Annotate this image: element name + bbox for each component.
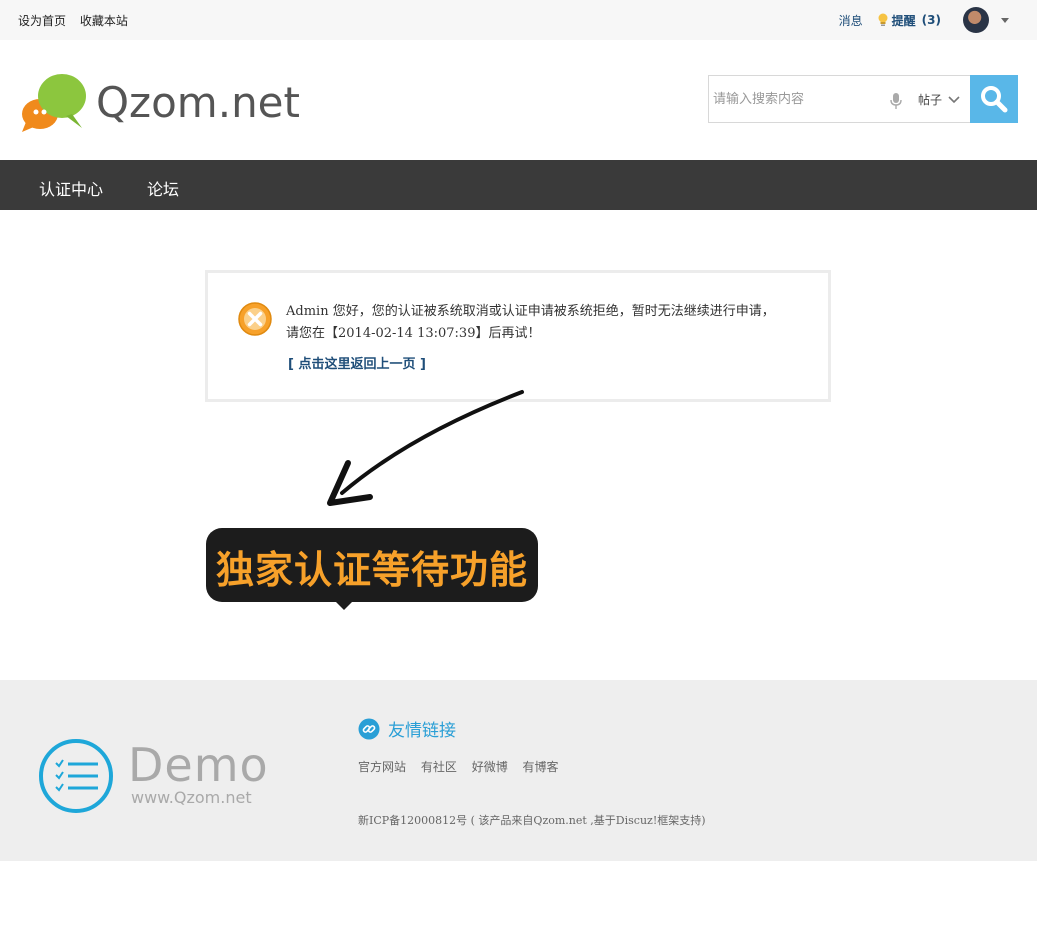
bookmark-link[interactable]: 收藏本站: [80, 14, 128, 28]
search-icon: [981, 86, 1008, 113]
message-box: Admin 您好，您的认证被系统取消或认证申请被系统拒绝，暂时无法继续进行申请，…: [205, 270, 831, 402]
error-icon: [238, 302, 272, 336]
friend-link-blog[interactable]: 有博客: [523, 760, 559, 774]
friend-links-label: 友情链接: [388, 721, 456, 741]
avatar[interactable]: [963, 7, 989, 33]
chevron-down-icon: [948, 95, 960, 103]
back-link[interactable]: [ 点击这里返回上一页 ]: [288, 353, 426, 372]
message-line-1: Admin 您好，您的认证被系统取消或认证申请被系统拒绝，暂时无法继续进行申请，: [286, 304, 775, 319]
icp-text: 新ICP备12000812号 ( 该产品来自Qzom.net ,基于Discuz…: [358, 814, 706, 827]
search-input[interactable]: [713, 88, 883, 110]
friend-link-weibo[interactable]: 好微博: [472, 760, 508, 774]
footer: Demo www.Qzom.net 友情链接 官方网站 有社区 好微博 有博客 …: [0, 680, 1037, 861]
top-bar-right: 消息 提醒 (3): [839, 6, 1009, 34]
search-box: 帖子: [708, 75, 970, 123]
remind-label: 提醒: [891, 13, 916, 28]
search-scope-label: 帖子: [918, 93, 943, 107]
friend-link-community[interactable]: 有社区: [421, 760, 457, 774]
microphone-icon[interactable]: [889, 92, 903, 110]
link-icon: [358, 718, 380, 739]
search-button[interactable]: [970, 75, 1018, 123]
chevron-down-icon[interactable]: [1001, 17, 1009, 23]
main-nav: 认证中心 论坛: [0, 160, 1037, 210]
top-bar: 设为首页 收藏本站 消息 提醒 (3): [0, 0, 1037, 40]
logo-text[interactable]: Qzom.net: [96, 78, 300, 127]
search-scope-select[interactable]: 帖子: [918, 91, 960, 108]
nav-item-forum[interactable]: 论坛: [147, 176, 179, 200]
messages-link[interactable]: 消息: [839, 12, 863, 29]
top-bar-left: 设为首页 收藏本站: [18, 12, 138, 29]
message-line-2: 请您在【2014-02-14 13:07:39】后再试！: [286, 326, 541, 341]
friend-links-list: 官方网站 有社区 好微博 有博客: [358, 758, 570, 775]
demo-wordmark: Demo: [128, 738, 269, 792]
lightbulb-icon: [878, 13, 888, 26]
remind-count: (3): [921, 13, 941, 27]
banner-text: 独家认证等待功能: [215, 548, 528, 592]
arrow-icon: [327, 390, 524, 506]
remind-link[interactable]: 提醒 (3): [877, 12, 941, 29]
friend-link-official[interactable]: 官方网站: [358, 760, 406, 774]
set-home-link[interactable]: 设为首页: [18, 14, 66, 28]
nav-item-auth-center[interactable]: 认证中心: [39, 176, 103, 200]
demo-url: www.Qzom.net: [131, 788, 252, 807]
friend-links-title: 友情链接: [358, 716, 456, 741]
message-text: Admin 您好，您的认证被系统取消或认证申请被系统拒绝，暂时无法继续进行申请，…: [286, 301, 806, 345]
